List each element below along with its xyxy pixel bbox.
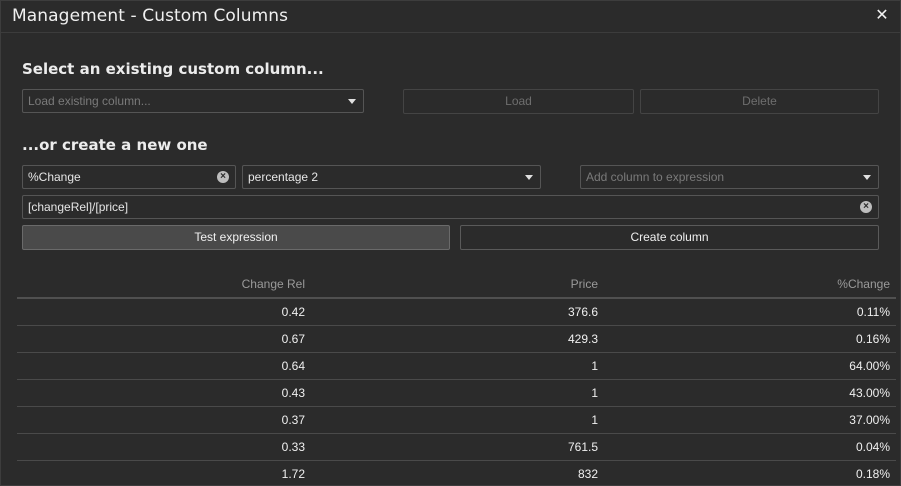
table-cell: 0.64 — [281, 359, 305, 373]
column-header[interactable]: Price — [305, 271, 598, 297]
table-cell: 0.42 — [281, 305, 305, 319]
table-cell: 0.67 — [281, 332, 305, 346]
table-cell: 0.37 — [281, 413, 305, 427]
table-cell: 1.72 — [281, 467, 305, 481]
test-expression-button[interactable]: Test expression — [22, 225, 450, 250]
column-header[interactable]: %Change — [598, 271, 890, 297]
table-cell: 832 — [577, 467, 598, 481]
table-cell: 0.04% — [855, 440, 890, 454]
existing-column-select[interactable]: Load existing column... — [22, 89, 364, 113]
table-cell: 0.11% — [856, 305, 890, 319]
expression-input[interactable]: [changeRel]/[price] × — [22, 195, 879, 219]
title-bar: Management - Custom Columns ✕ — [1, 1, 900, 33]
table-cell: 0.16% — [855, 332, 890, 346]
add-column-select[interactable]: Add column to expression — [580, 165, 879, 189]
table-row: 0.64 1 64.00% — [17, 353, 896, 380]
column-name-value: %Change — [28, 170, 81, 184]
delete-button[interactable]: Delete — [640, 89, 879, 114]
table-row: 0.43 1 43.00% — [17, 380, 896, 407]
column-header[interactable]: Change Rel — [17, 271, 305, 297]
chevron-down-icon — [525, 175, 533, 180]
table-cell: 429.3 — [567, 332, 598, 346]
existing-column-heading: Select an existing custom column... — [22, 60, 324, 78]
table-cell: 37.00% — [849, 413, 890, 427]
table-cell: 1 — [591, 359, 598, 373]
add-column-placeholder: Add column to expression — [586, 170, 725, 184]
custom-columns-dialog: Management - Custom Columns ✕ Select an … — [0, 0, 901, 486]
existing-column-placeholder: Load existing column... — [28, 94, 151, 108]
clear-icon[interactable]: × — [860, 201, 872, 213]
create-column-heading: ...or create a new one — [22, 136, 208, 154]
table-cell: 1 — [591, 413, 598, 427]
chevron-down-icon — [348, 99, 356, 104]
table-row: 0.37 1 37.00% — [17, 407, 896, 434]
table-cell: 43.00% — [849, 386, 890, 400]
preview-table: Change Rel Price %Change 0.42 376.6 0.11… — [17, 271, 896, 485]
table-cell: 64.00% — [849, 359, 890, 373]
close-icon[interactable]: ✕ — [874, 5, 890, 24]
expression-value: [changeRel]/[price] — [28, 200, 129, 214]
table-row: 0.42 376.6 0.11% — [17, 299, 896, 326]
format-select[interactable]: percentage 2 — [242, 165, 541, 189]
load-button[interactable]: Load — [403, 89, 634, 114]
create-column-button[interactable]: Create column — [460, 225, 879, 250]
table-header: Change Rel Price %Change — [17, 271, 896, 299]
dialog-title: Management - Custom Columns — [12, 6, 289, 26]
table-row: 0.33 761.5 0.04% — [17, 434, 896, 461]
table-cell: 0.33 — [281, 440, 305, 454]
chevron-down-icon — [863, 175, 871, 180]
table-row: 0.67 429.3 0.16% — [17, 326, 896, 353]
format-value: percentage 2 — [248, 170, 319, 184]
table-row: 1.72 832 0.18% — [17, 461, 896, 485]
table-cell: 1 — [591, 386, 598, 400]
table-cell: 761.5 — [567, 440, 598, 454]
column-name-input[interactable]: %Change × — [22, 165, 236, 189]
table-cell: 0.18% — [855, 467, 890, 481]
table-cell: 0.43 — [281, 386, 305, 400]
clear-icon[interactable]: × — [217, 171, 229, 183]
table-cell: 376.6 — [567, 305, 598, 319]
